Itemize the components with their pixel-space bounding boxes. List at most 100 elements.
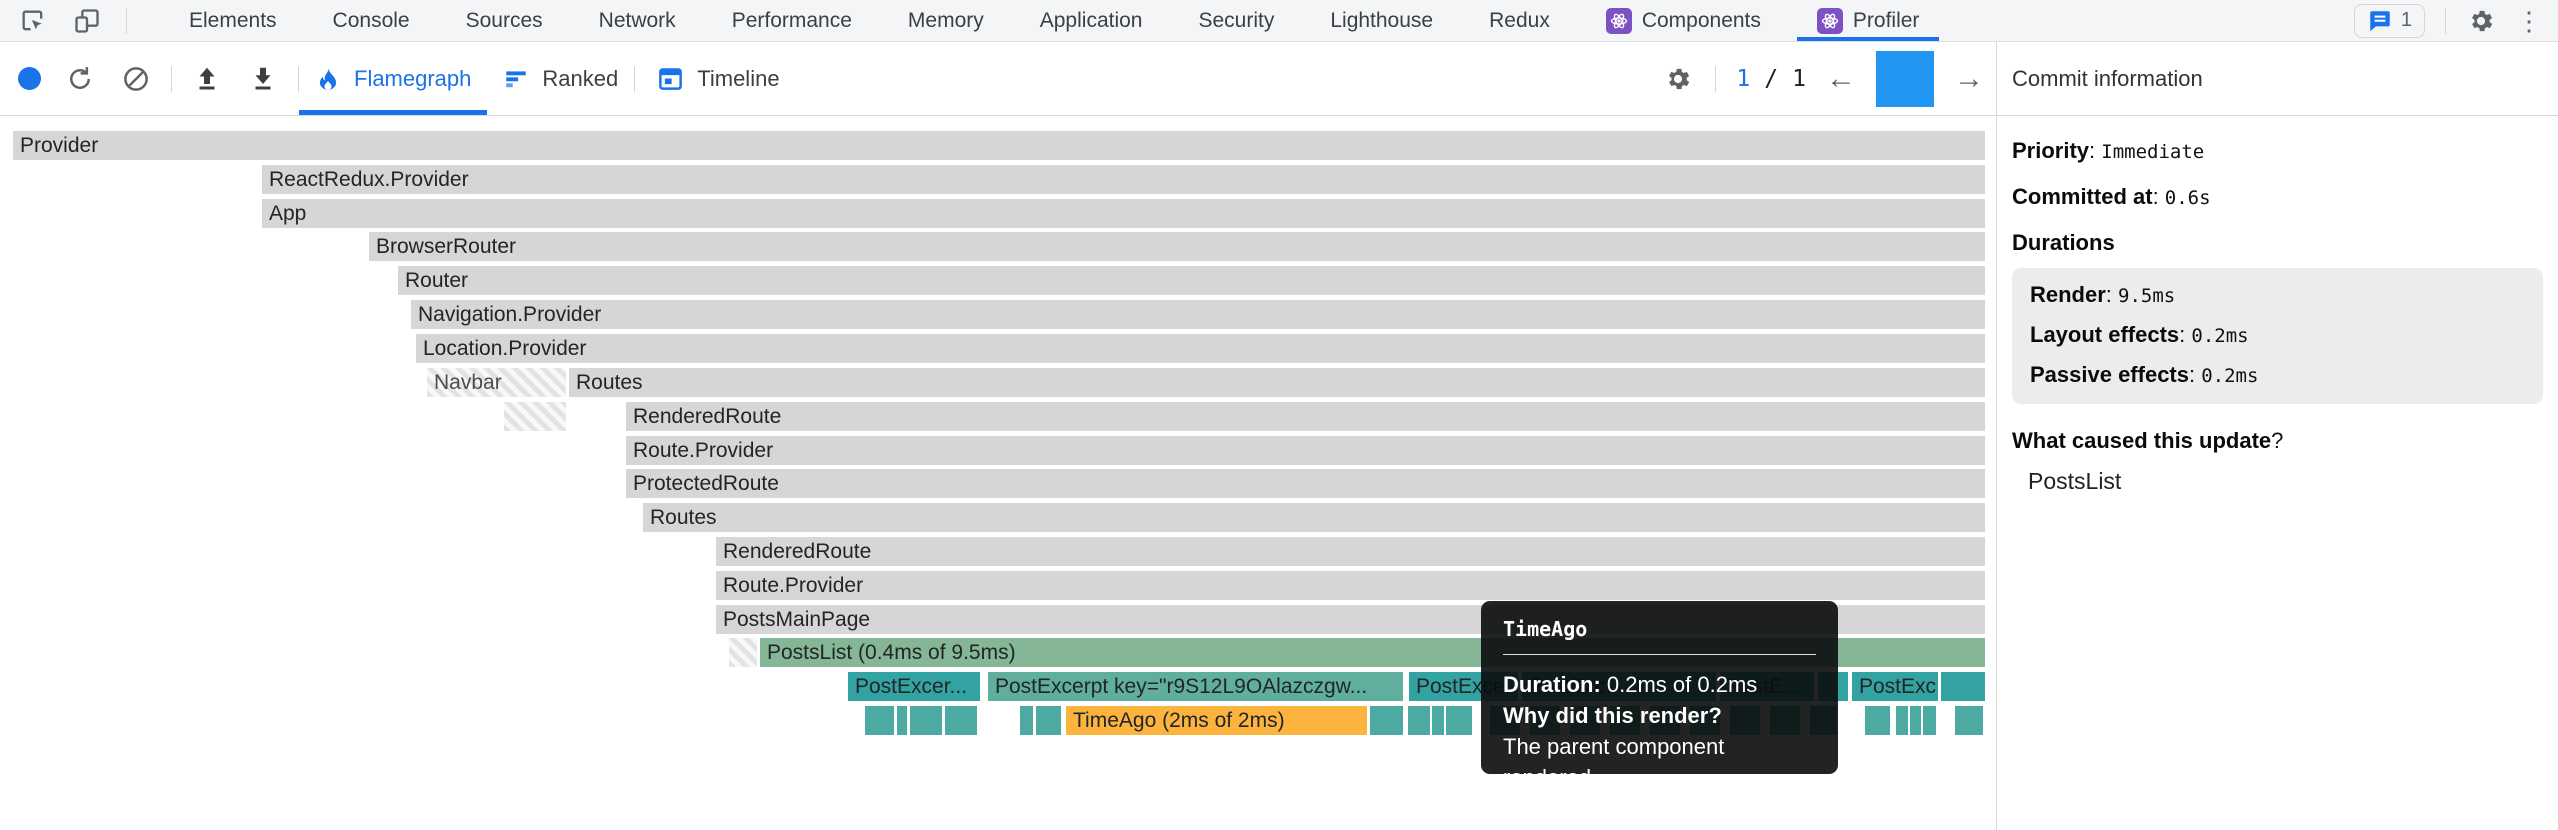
flame-tooltip: TimeAgo Duration: 0.2ms of 0.2ms Why did… xyxy=(1481,601,1838,774)
flame-bar-route.provider[interactable]: Route.Provider xyxy=(626,436,1985,465)
flamegraph-label: Flamegraph xyxy=(354,66,471,92)
tab-components[interactable]: Components xyxy=(1578,0,1789,41)
tab-label: Elements xyxy=(189,9,277,33)
flame-bar[interactable] xyxy=(1370,706,1403,735)
flame-bar[interactable] xyxy=(1941,672,1985,701)
flame-bar[interactable] xyxy=(1408,706,1430,735)
tab-timeline[interactable]: Timeline xyxy=(641,42,795,115)
flame-bar-route.provider[interactable]: Route.Provider xyxy=(716,571,1985,600)
tab-memory[interactable]: Memory xyxy=(880,0,1012,41)
record-button[interactable] xyxy=(18,67,41,90)
caused-by-component[interactable]: PostsList xyxy=(2012,468,2543,495)
flame-bar[interactable] xyxy=(865,706,894,735)
import-profile-icon[interactable] xyxy=(190,62,224,96)
flame-bar-routes[interactable]: Routes xyxy=(569,368,1985,397)
flame-bar-postexc...[interactable]: PostExc... xyxy=(1852,672,1938,701)
prev-commit-arrow-icon[interactable]: ← xyxy=(1826,64,1856,94)
tab-ranked[interactable]: Ranked xyxy=(487,42,634,115)
flame-bar-timeago[interactable]: TimeAgo (2ms of 2ms) xyxy=(1066,706,1367,735)
flame-bar[interactable] xyxy=(1910,706,1921,735)
flame-bar-postexcer...[interactable]: PostExcer... xyxy=(848,672,980,701)
flame-bar-navbar[interactable]: Navbar xyxy=(427,368,566,397)
flame-bar-location.provider[interactable]: Location.Provider xyxy=(416,334,1985,363)
flame-bar-navigation.provider[interactable]: Navigation.Provider xyxy=(411,300,1985,329)
kebab-menu-icon[interactable]: ⋮ xyxy=(2516,8,2542,34)
priority-value: Immediate xyxy=(2101,141,2204,163)
flame-bar[interactable] xyxy=(1923,706,1936,735)
flame-bar-reactredux.provider[interactable]: ReactRedux.Provider xyxy=(262,165,1985,194)
settings-gear-icon[interactable] xyxy=(2466,6,2496,36)
selected-commit-bar[interactable] xyxy=(1876,51,1934,107)
commit-counter: 1 / 1 xyxy=(1736,66,1806,92)
tab-sources[interactable]: Sources xyxy=(438,0,571,41)
tabbar-left-icons xyxy=(0,6,147,36)
commit-current: 1 xyxy=(1736,66,1750,92)
tab-lighthouse[interactable]: Lighthouse xyxy=(1302,0,1461,41)
tab-security[interactable]: Security xyxy=(1170,0,1302,41)
next-commit-arrow-icon[interactable]: → xyxy=(1954,64,1984,94)
tab-console[interactable]: Console xyxy=(305,0,438,41)
flame-bar[interactable] xyxy=(1865,706,1890,735)
profiler-settings-gear-icon[interactable] xyxy=(1661,62,1695,96)
flame-bar[interactable] xyxy=(729,638,757,667)
tooltip-divider xyxy=(1503,654,1816,655)
committed-at-label: Committed at xyxy=(2012,184,2153,209)
tab-label: Application xyxy=(1040,9,1143,33)
tab-label: Components xyxy=(1642,9,1761,33)
export-profile-icon[interactable] xyxy=(246,62,280,96)
flame-bar[interactable] xyxy=(1446,706,1472,735)
flame-bar-postexcerpt[interactable]: PostExcerpt key="r9S12L9OAlazczgw... xyxy=(988,672,1403,701)
flame-bar[interactable] xyxy=(504,402,566,431)
reload-profile-icon[interactable] xyxy=(63,62,97,96)
issues-count: 1 xyxy=(2401,9,2412,32)
tab-label: Security xyxy=(1198,9,1274,33)
toolbar-divider-3 xyxy=(634,66,635,92)
tab-elements[interactable]: Elements xyxy=(161,0,305,41)
flame-bar[interactable] xyxy=(897,706,907,735)
main-area: Flamegraph Ranked Timeline xyxy=(0,42,2558,830)
what-caused-heading: What caused this update? xyxy=(2012,428,2543,454)
commit-navigator: 1 / 1 ← → xyxy=(1661,42,1984,115)
clear-profile-icon[interactable] xyxy=(119,62,153,96)
committed-at-value: 0.6s xyxy=(2165,187,2211,209)
flame-bar[interactable] xyxy=(1955,706,1983,735)
flame-bar-routes[interactable]: Routes xyxy=(643,503,1985,532)
flame-bar[interactable] xyxy=(945,706,977,735)
flame-bar-provider[interactable]: Provider xyxy=(13,131,1985,160)
tab-redux[interactable]: Redux xyxy=(1461,0,1578,41)
timeline-label: Timeline xyxy=(697,66,779,92)
flame-bar-renderedroute[interactable]: RenderedRoute xyxy=(716,537,1985,566)
flame-bar-browserrouter[interactable]: BrowserRouter xyxy=(369,232,1985,261)
priority-row: Priority: Immediate xyxy=(2012,138,2543,164)
flame-bar[interactable] xyxy=(1036,706,1061,735)
tab-performance[interactable]: Performance xyxy=(704,0,880,41)
tab-profiler[interactable]: Profiler xyxy=(1789,0,1948,41)
what-caused-label: What caused this update xyxy=(2012,428,2271,453)
issues-button[interactable]: 1 xyxy=(2354,4,2425,38)
inspect-element-icon[interactable] xyxy=(18,6,48,36)
flame-bar[interactable] xyxy=(1020,706,1033,735)
flame-bar-renderedroute[interactable]: RenderedRoute xyxy=(626,402,1985,431)
tab-application[interactable]: Application xyxy=(1012,0,1171,41)
flame-bar[interactable] xyxy=(1432,706,1444,735)
tabbar-right: 1 ⋮ xyxy=(2354,4,2558,38)
tooltip-why-heading: Why did this render? xyxy=(1503,700,1816,731)
tab-label: Memory xyxy=(908,9,984,33)
tooltip-component-name: TimeAgo xyxy=(1503,617,1816,641)
flame-bar[interactable] xyxy=(1896,706,1908,735)
tooltip-duration: Duration: 0.2ms of 0.2ms xyxy=(1503,669,1816,700)
devtools-tabs: Elements Console SourcesNetworkPerformance… xyxy=(161,0,1947,41)
tab-label: Console xyxy=(333,9,410,33)
committed-at-row: Committed at: 0.6s xyxy=(2012,184,2543,210)
device-toolbar-icon[interactable] xyxy=(72,6,102,36)
what-caused-qmark: ? xyxy=(2271,428,2283,453)
flame-bar-protectedroute[interactable]: ProtectedRoute xyxy=(626,469,1985,498)
commit-nav-divider xyxy=(1715,66,1716,92)
ranked-icon xyxy=(503,66,529,92)
profiler-toolbar: Flamegraph Ranked Timeline xyxy=(0,42,1996,116)
flame-bar[interactable] xyxy=(910,706,942,735)
flame-bar-router[interactable]: Router xyxy=(398,266,1985,295)
flame-bar-app[interactable]: App xyxy=(262,199,1985,228)
tab-flamegraph[interactable]: Flamegraph xyxy=(299,42,487,115)
tab-network[interactable]: Network xyxy=(571,0,704,41)
